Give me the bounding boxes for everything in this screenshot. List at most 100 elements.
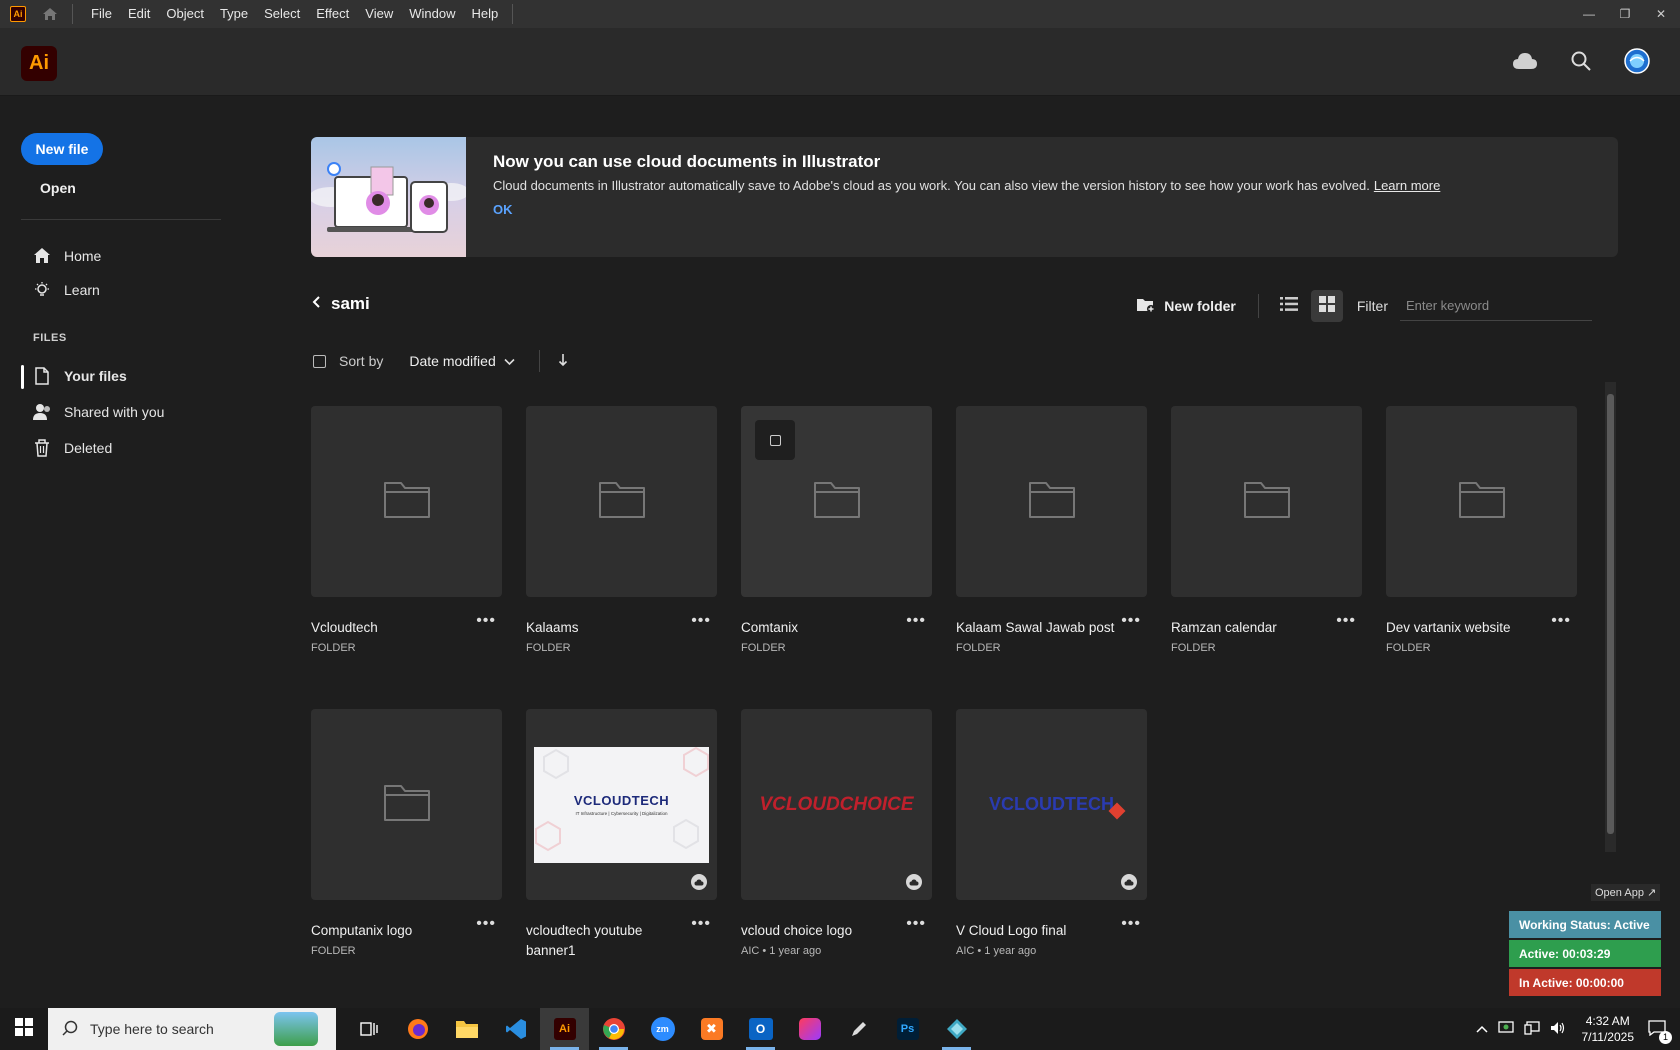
- more-options-icon[interactable]: •••: [906, 612, 926, 630]
- more-options-icon[interactable]: •••: [476, 915, 496, 933]
- more-options-icon[interactable]: •••: [1121, 612, 1141, 630]
- clock[interactable]: 4:32 AM 7/11/2025: [1582, 1013, 1635, 1045]
- restore-button[interactable]: ❐: [1614, 4, 1636, 24]
- folder-thumbnail[interactable]: [1171, 406, 1362, 597]
- new-file-button[interactable]: New file: [21, 133, 103, 165]
- file-thumbnail[interactable]: VCLOUDTECH: [956, 709, 1147, 900]
- more-options-icon[interactable]: •••: [691, 612, 711, 630]
- select-all-checkbox[interactable]: [313, 354, 326, 368]
- banner-ok-button[interactable]: OK: [493, 202, 513, 217]
- more-options-icon[interactable]: •••: [1336, 612, 1356, 630]
- sort-direction-icon[interactable]: [558, 353, 568, 370]
- folder-thumbnail[interactable]: [1386, 406, 1577, 597]
- more-options-icon[interactable]: •••: [476, 612, 496, 630]
- scrollbar[interactable]: [1605, 382, 1616, 852]
- folder-card[interactable]: Computanix logo FOLDER •••: [311, 709, 502, 957]
- network-icon[interactable]: [1523, 1020, 1540, 1038]
- more-options-icon[interactable]: •••: [1121, 915, 1141, 933]
- menu-view[interactable]: View: [357, 0, 401, 28]
- cloud-icon[interactable]: [1510, 46, 1540, 76]
- home-icon[interactable]: [40, 4, 60, 24]
- grid-view-button[interactable]: [1310, 290, 1343, 322]
- learn-more-link[interactable]: Learn more: [1374, 178, 1440, 193]
- pen-tool-icon[interactable]: [834, 1008, 883, 1050]
- sidebar-item-label: Learn: [64, 282, 100, 298]
- menu-window[interactable]: Window: [401, 0, 463, 28]
- xampp-icon[interactable]: ✖: [687, 1008, 736, 1050]
- open-button[interactable]: Open: [40, 180, 76, 196]
- sidebar: New file Open Home Learn FILES Your file…: [0, 96, 240, 1008]
- sidebar-item-learn[interactable]: Learn: [32, 280, 100, 300]
- more-options-icon[interactable]: •••: [906, 915, 926, 933]
- folder-thumbnail[interactable]: [311, 709, 502, 900]
- inactive-timer-badge: In Active: 00:00:00: [1509, 969, 1661, 996]
- sidebar-item-deleted[interactable]: Deleted: [32, 438, 112, 458]
- file-card[interactable]: VCLOUDCHOICE vcloud choice logo AIC • 1 …: [741, 709, 932, 957]
- folder-thumbnail[interactable]: [956, 406, 1147, 597]
- item-select-checkbox[interactable]: [755, 420, 795, 460]
- folder-card[interactable]: Kalaams FOLDER •••: [526, 406, 717, 654]
- taskbar-search[interactable]: Type here to search: [48, 1008, 336, 1050]
- avatar[interactable]: [1622, 46, 1652, 76]
- file-card[interactable]: VCLOUDTECH V Cloud Logo final AIC • 1 ye…: [956, 709, 1147, 957]
- folder-thumbnail[interactable]: [311, 406, 502, 597]
- scrollbar-thumb[interactable]: [1607, 394, 1614, 834]
- sort-dropdown[interactable]: Date modified: [409, 353, 515, 369]
- item-name: Ramzan calendar: [1171, 620, 1277, 635]
- tracker-app-icon[interactable]: [932, 1008, 981, 1050]
- folder-thumbnail[interactable]: [741, 406, 932, 597]
- open-app-link[interactable]: Open App ↗: [1591, 884, 1661, 901]
- file-thumbnail[interactable]: VCLOUDTECH IT Infrastructure | Cybersecu…: [526, 709, 717, 900]
- list-view-button[interactable]: [1273, 290, 1305, 322]
- sidebar-item-home[interactable]: Home: [32, 246, 101, 266]
- menu-edit[interactable]: Edit: [120, 0, 158, 28]
- more-options-icon[interactable]: •••: [691, 915, 711, 933]
- notification-icon[interactable]: 1: [1648, 1019, 1672, 1044]
- file-thumbnail[interactable]: VCLOUDCHOICE: [741, 709, 932, 900]
- search-highlight-image: [274, 1012, 318, 1046]
- menu-object[interactable]: Object: [158, 0, 212, 28]
- menu-help[interactable]: Help: [463, 0, 506, 28]
- folder-title: sami: [331, 294, 370, 313]
- filter-input[interactable]: [1400, 291, 1592, 321]
- task-view-icon[interactable]: [344, 1008, 393, 1050]
- menu-select[interactable]: Select: [256, 0, 308, 28]
- sidebar-item-label: Home: [64, 248, 102, 264]
- volume-icon[interactable]: [1550, 1021, 1566, 1038]
- sidebar-item-shared[interactable]: Shared with you: [32, 402, 164, 422]
- item-name: Comtanix: [741, 620, 799, 635]
- app-header: Ai: [0, 28, 1680, 96]
- list-icon: [1279, 296, 1298, 317]
- menu-type[interactable]: Type: [212, 0, 256, 28]
- chrome-icon[interactable]: [589, 1008, 638, 1050]
- vscode-icon[interactable]: [491, 1008, 540, 1050]
- folder-card[interactable]: Vcloudtech FOLDER •••: [311, 406, 502, 654]
- close-button[interactable]: ✕: [1650, 4, 1672, 24]
- sidebar-item-your-files[interactable]: Your files: [32, 366, 127, 386]
- search-icon[interactable]: [1566, 46, 1596, 76]
- folder-icon: [813, 479, 861, 524]
- outlook-icon[interactable]: O: [736, 1008, 785, 1050]
- photoshop-icon[interactable]: Ps: [883, 1008, 932, 1050]
- more-options-icon[interactable]: •••: [1551, 612, 1571, 630]
- folder-card[interactable]: Ramzan calendar FOLDER •••: [1171, 406, 1362, 654]
- folder-thumbnail[interactable]: [526, 406, 717, 597]
- start-button[interactable]: [0, 1008, 48, 1050]
- menu-effect[interactable]: Effect: [308, 0, 357, 28]
- zoom-icon[interactable]: zm: [638, 1008, 687, 1050]
- tracker-tray-icon[interactable]: [1497, 1020, 1514, 1038]
- firefox-icon[interactable]: [393, 1008, 442, 1050]
- creative-cloud-icon[interactable]: [785, 1008, 834, 1050]
- file-explorer-icon[interactable]: [442, 1008, 491, 1050]
- minimize-button[interactable]: —: [1578, 4, 1600, 24]
- taskbar: Type here to search Ai zm ✖ O Ps 4:32 AM…: [0, 1008, 1680, 1050]
- folder-card[interactable]: Dev vartanix website FOLDER •••: [1386, 406, 1577, 654]
- file-card[interactable]: VCLOUDTECH IT Infrastructure | Cybersecu…: [526, 709, 717, 958]
- folder-card[interactable]: Comtanix FOLDER •••: [741, 406, 932, 654]
- folder-card[interactable]: Kalaam Sawal Jawab post FOLDER •••: [956, 406, 1147, 654]
- back-chevron-icon[interactable]: [311, 294, 321, 314]
- chevron-up-icon[interactable]: [1475, 1022, 1488, 1036]
- illustrator-taskbar-icon[interactable]: Ai: [540, 1008, 589, 1050]
- new-folder-button[interactable]: New folder: [1136, 297, 1236, 316]
- menu-file[interactable]: File: [83, 0, 120, 28]
